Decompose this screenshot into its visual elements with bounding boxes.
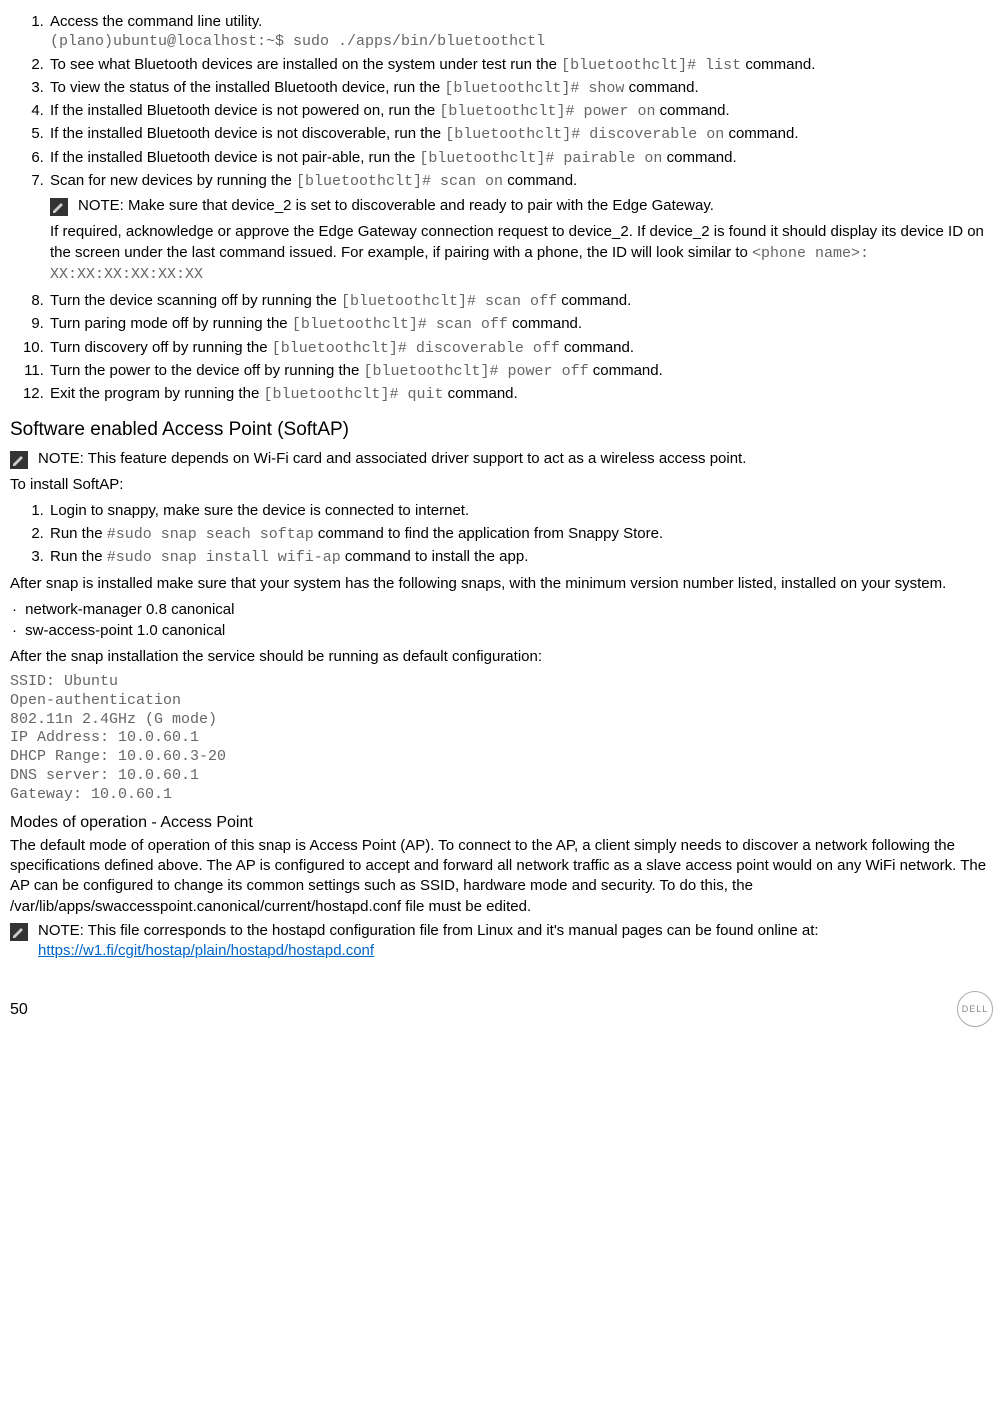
- step-3-post: command.: [624, 79, 698, 96]
- step-11-code: [bluetoothclt]# power off: [364, 363, 589, 380]
- softap-config-block: SSID: Ubuntu Open-authentication 802.11n…: [10, 673, 993, 804]
- softap-step-2-code: #sudo snap seach softap: [107, 526, 314, 543]
- step-9: Turn paring mode off by running the [blu…: [48, 314, 993, 335]
- step-10-code: [bluetoothclt]# discoverable off: [272, 340, 560, 357]
- step-4: If the installed Bluetooth device is not…: [48, 101, 993, 122]
- softap-step-3-pre: Run the: [50, 548, 107, 565]
- softap-note-text: NOTE: This feature depends on Wi-Fi card…: [38, 449, 746, 469]
- step-2-code: [bluetoothclt]# list: [561, 57, 741, 74]
- step-3: To view the status of the installed Blue…: [48, 78, 993, 99]
- softap-step-1: Login to snappy, make sure the device is…: [48, 501, 993, 521]
- step-5-post: command.: [724, 125, 798, 142]
- softap-step-3: Run the #sudo snap install wifi-ap comma…: [48, 547, 993, 568]
- modes-note: NOTE: This file corresponds to the hosta…: [10, 921, 993, 962]
- step-4-code: [bluetoothclt]# power on: [439, 103, 655, 120]
- step-7: Scan for new devices by running the [blu…: [48, 171, 993, 285]
- step-11: Turn the power to the device off by runn…: [48, 361, 993, 382]
- step-9-post: command.: [508, 315, 582, 332]
- step-7-note: NOTE: Make sure that device_2 is set to …: [50, 196, 993, 216]
- step-2: To see what Bluetooth devices are instal…: [48, 55, 993, 76]
- softap-note: NOTE: This feature depends on Wi-Fi card…: [10, 449, 993, 469]
- pencil-icon: [50, 198, 68, 216]
- softap-step-2-post: command to find the application from Sna…: [314, 525, 663, 542]
- softap-after-snap: After the snap installation the service …: [10, 647, 993, 667]
- step-12: Exit the program by running the [bluetoo…: [48, 384, 993, 405]
- step-7-note-text: NOTE: Make sure that device_2 is set to …: [78, 196, 714, 216]
- step-5-code: [bluetoothclt]# discoverable on: [445, 126, 724, 143]
- snaps-list: network-manager 0.8 canonical sw-access-…: [10, 600, 993, 641]
- step-8-post: command.: [557, 292, 631, 309]
- step-7-post: command.: [503, 172, 577, 189]
- step-8-pre: Turn the device scanning off by running …: [50, 292, 341, 309]
- softap-step-2: Run the #sudo snap seach softap command …: [48, 524, 993, 545]
- step-11-post: command.: [589, 362, 663, 379]
- step-11-pre: Turn the power to the device off by runn…: [50, 362, 364, 379]
- step-6-pre: If the installed Bluetooth device is not…: [50, 149, 419, 166]
- softap-heading: Software enabled Access Point (SoftAP): [10, 417, 993, 443]
- snaps-item-2: sw-access-point 1.0 canonical: [12, 621, 993, 641]
- step-6: If the installed Bluetooth device is not…: [48, 148, 993, 169]
- step-2-post: command.: [741, 56, 815, 73]
- step-2-pre: To see what Bluetooth devices are instal…: [50, 56, 561, 73]
- pencil-icon: [10, 923, 28, 941]
- step-12-code: [bluetoothclt]# quit: [263, 386, 443, 403]
- step-8-code: [bluetoothclt]# scan off: [341, 293, 557, 310]
- hostapd-link[interactable]: https://w1.fi/cgit/hostap/plain/hostapd/…: [38, 942, 374, 959]
- step-4-post: command.: [655, 102, 729, 119]
- dell-logo-icon: DELL: [957, 991, 993, 1027]
- softap-step-3-code: #sudo snap install wifi-ap: [107, 549, 341, 566]
- step-3-pre: To view the status of the installed Blue…: [50, 79, 444, 96]
- step-9-code: [bluetoothclt]# scan off: [292, 316, 508, 333]
- bluetooth-steps-list: Access the command line utility. (plano)…: [10, 12, 993, 405]
- step-1: Access the command line utility. (plano)…: [48, 12, 993, 53]
- step-10-post: command.: [560, 339, 634, 356]
- step-4-pre: If the installed Bluetooth device is not…: [50, 102, 439, 119]
- pencil-icon: [10, 451, 28, 469]
- softap-step-3-post: command to install the app.: [341, 548, 529, 565]
- modes-body: The default mode of operation of this sn…: [10, 836, 993, 917]
- snaps-item-1: network-manager 0.8 canonical: [12, 600, 993, 620]
- softap-steps-list: Login to snappy, make sure the device is…: [10, 501, 993, 568]
- step-8: Turn the device scanning off by running …: [48, 291, 993, 312]
- step-7-pre: Scan for new devices by running the: [50, 172, 296, 189]
- step-6-code: [bluetoothclt]# pairable on: [419, 150, 662, 167]
- modes-note-body: NOTE: This file corresponds to the hosta…: [38, 921, 993, 962]
- page-footer: 50 DELL: [10, 991, 993, 1027]
- step-10: Turn discovery off by running the [bluet…: [48, 338, 993, 359]
- step-12-pre: Exit the program by running the: [50, 385, 263, 402]
- step-9-pre: Turn paring mode off by running the: [50, 315, 292, 332]
- step-7-extra: If required, acknowledge or approve the …: [50, 222, 993, 285]
- step-5-pre: If the installed Bluetooth device is not…: [50, 125, 445, 142]
- step-6-post: command.: [662, 149, 736, 166]
- softap-step-2-pre: Run the: [50, 525, 107, 542]
- step-1-text: Access the command line utility.: [50, 13, 262, 30]
- page-number: 50: [10, 999, 28, 1021]
- step-7-code: [bluetoothclt]# scan on: [296, 173, 503, 190]
- modes-heading: Modes of operation - Access Point: [10, 812, 993, 834]
- softap-install-heading: To install SoftAP:: [10, 475, 993, 495]
- step-10-pre: Turn discovery off by running the: [50, 339, 272, 356]
- step-12-post: command.: [443, 385, 517, 402]
- softap-after-install: After snap is installed make sure that y…: [10, 574, 993, 594]
- modes-note-pre: NOTE: This file corresponds to the hosta…: [38, 922, 819, 939]
- step-3-code: [bluetoothclt]# show: [444, 80, 624, 97]
- step-5: If the installed Bluetooth device is not…: [48, 124, 993, 145]
- step-1-cmd: (plano)ubuntu@localhost:~$ sudo ./apps/b…: [50, 32, 993, 52]
